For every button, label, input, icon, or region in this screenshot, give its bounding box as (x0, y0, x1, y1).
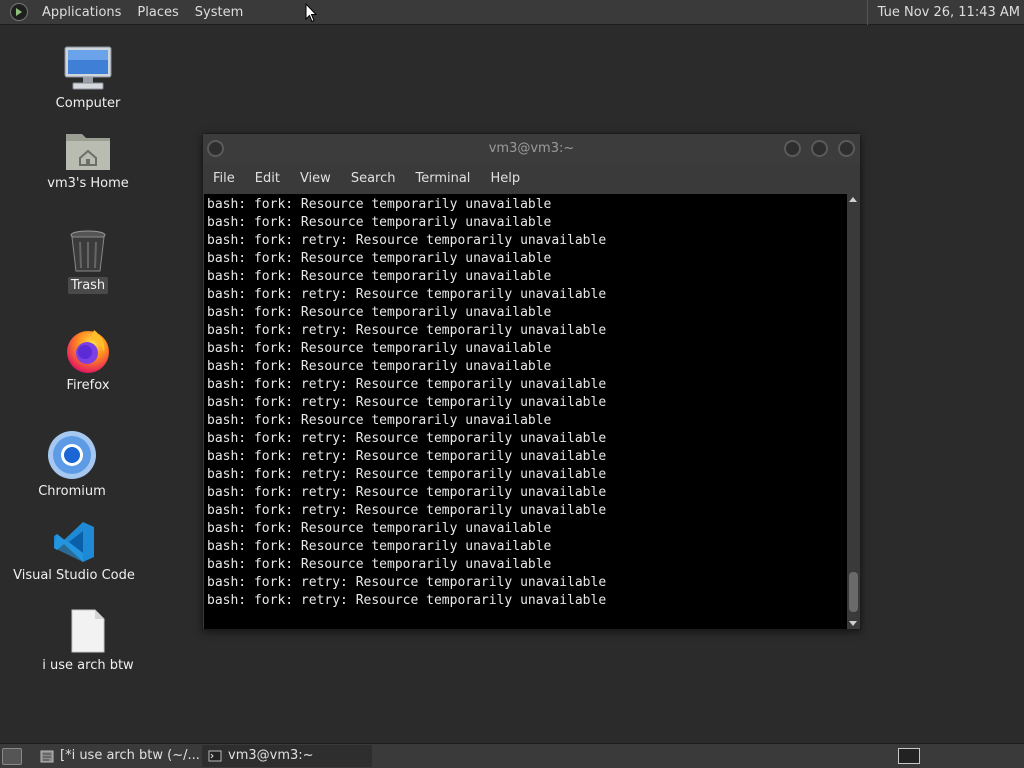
trash-icon (70, 230, 106, 272)
workspace-switcher[interactable] (898, 748, 920, 764)
window-menu-button[interactable] (207, 140, 224, 157)
scroll-up-arrow-icon[interactable] (849, 197, 857, 202)
maximize-button[interactable] (811, 140, 828, 157)
terminal-prompt-line (207, 610, 847, 628)
clock[interactable]: Tue Nov 26, 11:43 AM (866, 0, 1024, 25)
terminal-line: bash: fork: Resource temporarily unavail… (207, 359, 552, 374)
scroll-down-arrow-icon[interactable] (849, 621, 857, 626)
desktop-icon-vscode[interactable]: Visual Studio Code (4, 520, 144, 584)
terminal-line: bash: fork: retry: Resource temporarily … (207, 287, 607, 302)
taskbar-item-terminal[interactable]: vm3@vm3:~ (202, 745, 372, 767)
terminal-line: bash: fork: retry: Resource temporarily … (207, 449, 607, 464)
menu-view[interactable]: View (290, 164, 341, 194)
terminal-line: bash: fork: Resource temporarily unavail… (207, 269, 552, 284)
desktop-icon-computer[interactable]: Computer (18, 44, 158, 112)
terminal-line: bash: fork: retry: Resource temporarily … (207, 467, 607, 482)
terminal-line: bash: fork: Resource temporarily unavail… (207, 251, 552, 266)
terminal-line: bash: fork: Resource temporarily unavail… (207, 305, 552, 320)
minimize-button[interactable] (784, 140, 801, 157)
terminal-line: bash: fork: Resource temporarily unavail… (207, 539, 552, 554)
terminal-output[interactable]: bash: fork: Resource temporarily unavail… (204, 194, 847, 629)
menu-edit[interactable]: Edit (245, 164, 290, 194)
terminal-line: bash: fork: Resource temporarily unavail… (207, 413, 552, 428)
text-file-icon (71, 609, 105, 653)
close-button[interactable] (838, 140, 855, 157)
terminal-line: bash: fork: retry: Resource temporarily … (207, 323, 607, 338)
menu-search[interactable]: Search (341, 164, 406, 194)
terminal-line: bash: fork: retry: Resource temporarily … (207, 593, 607, 608)
bottom-panel: [*i use arch btw (~/... vm3@vm3:~ (0, 743, 1024, 768)
text-editor-icon (40, 750, 54, 763)
terminal-line: bash: fork: retry: Resource temporarily … (207, 395, 607, 410)
taskbar-item-label: vm3@vm3:~ (228, 748, 314, 763)
terminal-line: bash: fork: Resource temporarily unavail… (207, 197, 552, 212)
desktop-icon-text-file[interactable]: i use arch btw (18, 608, 158, 674)
show-desktop-button[interactable] (2, 748, 22, 765)
terminal-line: bash: fork: retry: Resource temporarily … (207, 377, 607, 392)
desktop-icon-label: Visual Studio Code (13, 568, 135, 583)
mouse-pointer-icon (305, 3, 317, 23)
computer-icon (64, 46, 112, 90)
window-title-bar[interactable]: vm3@vm3:~ (203, 134, 860, 164)
terminal-line: bash: fork: retry: Resource temporarily … (207, 431, 607, 446)
terminal-line: bash: fork: Resource temporarily unavail… (207, 521, 552, 536)
terminal-line: bash: fork: Resource temporarily unavail… (207, 215, 552, 230)
desktop-icon-trash[interactable]: Trash (18, 228, 158, 294)
desktop-icon-home[interactable]: vm3's Home (18, 128, 158, 192)
desktop-icon-label: i use arch btw (42, 658, 134, 673)
chromium-icon (48, 431, 96, 479)
terminal-menu-bar: File Edit View Search Terminal Help (203, 164, 860, 194)
window-title: vm3@vm3:~ (488, 141, 575, 156)
terminal-line: bash: fork: retry: Resource temporarily … (207, 503, 607, 518)
terminal-line: bash: fork: retry: Resource temporarily … (207, 233, 607, 248)
mate-logo-icon[interactable] (10, 3, 28, 21)
top-panel: Applications Places System Tue Nov 26, 1… (0, 0, 1024, 25)
menu-help[interactable]: Help (480, 164, 530, 194)
terminal-line: bash: fork: retry: Resource temporarily … (207, 485, 607, 500)
menu-file[interactable]: File (203, 164, 245, 194)
desktop-icon-firefox[interactable]: Firefox (18, 326, 158, 394)
terminal-line: bash: fork: Resource temporarily unavail… (207, 341, 552, 356)
desktop-icon-label: Chromium (38, 484, 106, 499)
places-menu[interactable]: Places (129, 0, 186, 25)
home-folder-icon (66, 134, 110, 170)
desktop-icon-label: vm3's Home (47, 176, 129, 191)
system-menu[interactable]: System (187, 0, 251, 25)
taskbar-item-label: [*i use arch btw (~/... (60, 748, 200, 763)
desktop-icon-label: Trash (67, 277, 109, 294)
firefox-icon (67, 330, 109, 373)
taskbar-item-text-editor[interactable]: [*i use arch btw (~/... (34, 745, 200, 767)
desktop-icon-chromium[interactable]: Chromium (2, 430, 142, 500)
scrollbar-thumb[interactable] (849, 572, 858, 612)
terminal-line: bash: fork: Resource temporarily unavail… (207, 557, 552, 572)
terminal-scrollbar[interactable] (847, 194, 860, 629)
applications-menu[interactable]: Applications (34, 0, 129, 25)
menu-terminal[interactable]: Terminal (405, 164, 480, 194)
terminal-line: bash: fork: retry: Resource temporarily … (207, 575, 607, 590)
terminal-icon (208, 750, 222, 762)
terminal-window[interactable]: vm3@vm3:~ File Edit View Search Terminal… (202, 133, 861, 630)
vscode-icon (54, 522, 94, 562)
desktop-icon-label: Firefox (66, 378, 110, 393)
desktop-icon-label: Computer (55, 96, 121, 111)
